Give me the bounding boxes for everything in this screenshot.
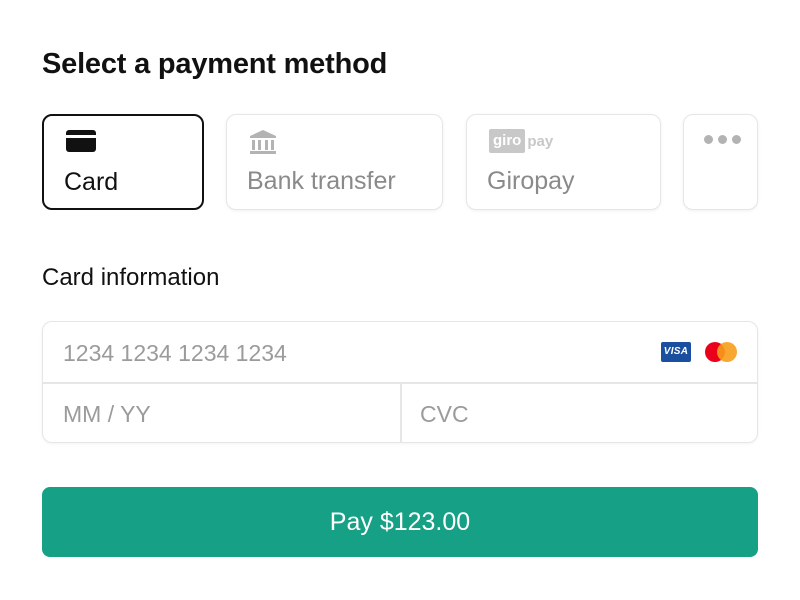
giropay-logo-icon: giro pay — [489, 129, 553, 153]
visa-logo-icon: VISA — [661, 342, 691, 362]
card-number-input[interactable] — [63, 338, 623, 368]
method-card-label: Card — [64, 168, 119, 196]
method-card-option[interactable]: Card — [42, 114, 204, 210]
credit-card-icon — [66, 130, 96, 157]
payment-method-selector: Card Bank transfer giro pay Giropay — [42, 114, 758, 210]
bank-icon — [249, 129, 277, 160]
pay-button[interactable]: Pay $123.00 — [42, 487, 758, 557]
giropay-logo-box-text: giro — [489, 129, 526, 153]
card-cvc-input[interactable] — [420, 399, 740, 429]
card-expiry-input[interactable] — [63, 399, 383, 429]
method-bank-transfer-label: Bank transfer — [247, 167, 396, 195]
payment-page: Select a payment method Card Bank transf… — [0, 0, 800, 600]
more-options-icon — [704, 135, 741, 144]
method-more-option[interactable] — [683, 114, 758, 210]
card-information-fields: VISA — [42, 321, 758, 443]
card-information-label: Card information — [42, 264, 220, 291]
mastercard-logo-icon — [703, 341, 739, 363]
method-giropay-label: Giropay — [487, 167, 575, 195]
giropay-logo-text: pay — [527, 132, 554, 150]
page-title: Select a payment method — [42, 48, 388, 80]
expiry-cvc-divider — [400, 383, 402, 442]
method-bank-transfer-option[interactable]: Bank transfer — [226, 114, 443, 210]
method-giropay-option[interactable]: giro pay Giropay — [466, 114, 661, 210]
